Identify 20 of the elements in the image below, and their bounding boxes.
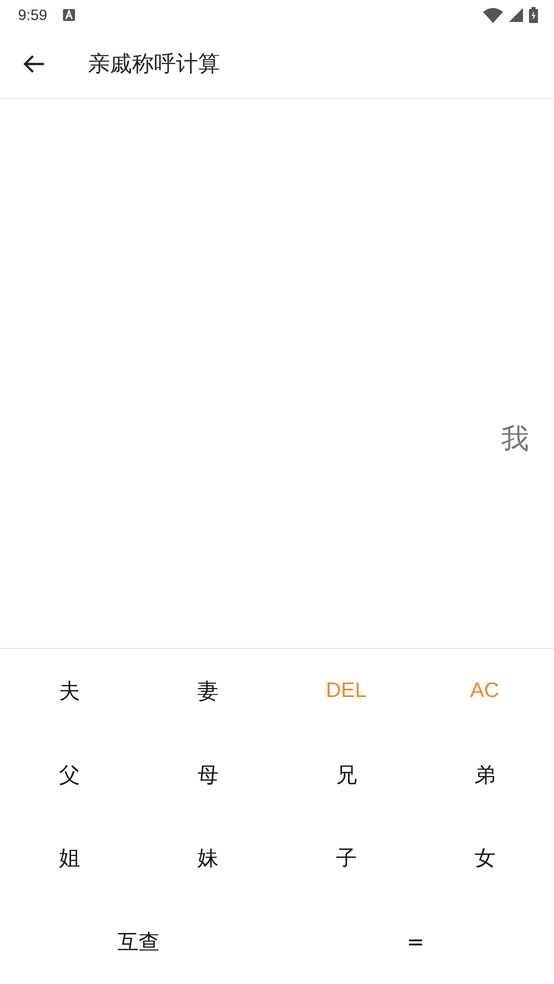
keypad-key[interactable]: 互查 — [0, 900, 277, 984]
keypad-key[interactable]: 父 — [0, 732, 138, 816]
signal-icon — [509, 8, 523, 22]
keypad-key[interactable]: 兄 — [277, 732, 416, 816]
keypad-key[interactable]: 弟 — [416, 732, 554, 816]
keypad-key[interactable]: = — [277, 900, 554, 984]
app-title: 亲戚称呼计算 — [88, 51, 220, 79]
keypad-key[interactable]: 姐 — [0, 816, 138, 900]
notification-icon — [63, 9, 76, 21]
keypad-key[interactable]: 女 — [416, 816, 554, 900]
battery-icon — [529, 7, 538, 23]
keypad-key[interactable]: 子 — [277, 816, 416, 900]
keypad-key[interactable]: 母 — [138, 732, 277, 816]
wifi-icon — [483, 8, 503, 22]
back-arrow-icon — [23, 54, 45, 74]
keypad-key[interactable]: 妻 — [138, 649, 277, 733]
status-time: 9:59 — [18, 6, 48, 24]
keypad-key[interactable]: 妹 — [138, 816, 277, 900]
display-text: 我 — [501, 420, 529, 456]
keypad-key[interactable]: 夫 — [0, 649, 138, 733]
